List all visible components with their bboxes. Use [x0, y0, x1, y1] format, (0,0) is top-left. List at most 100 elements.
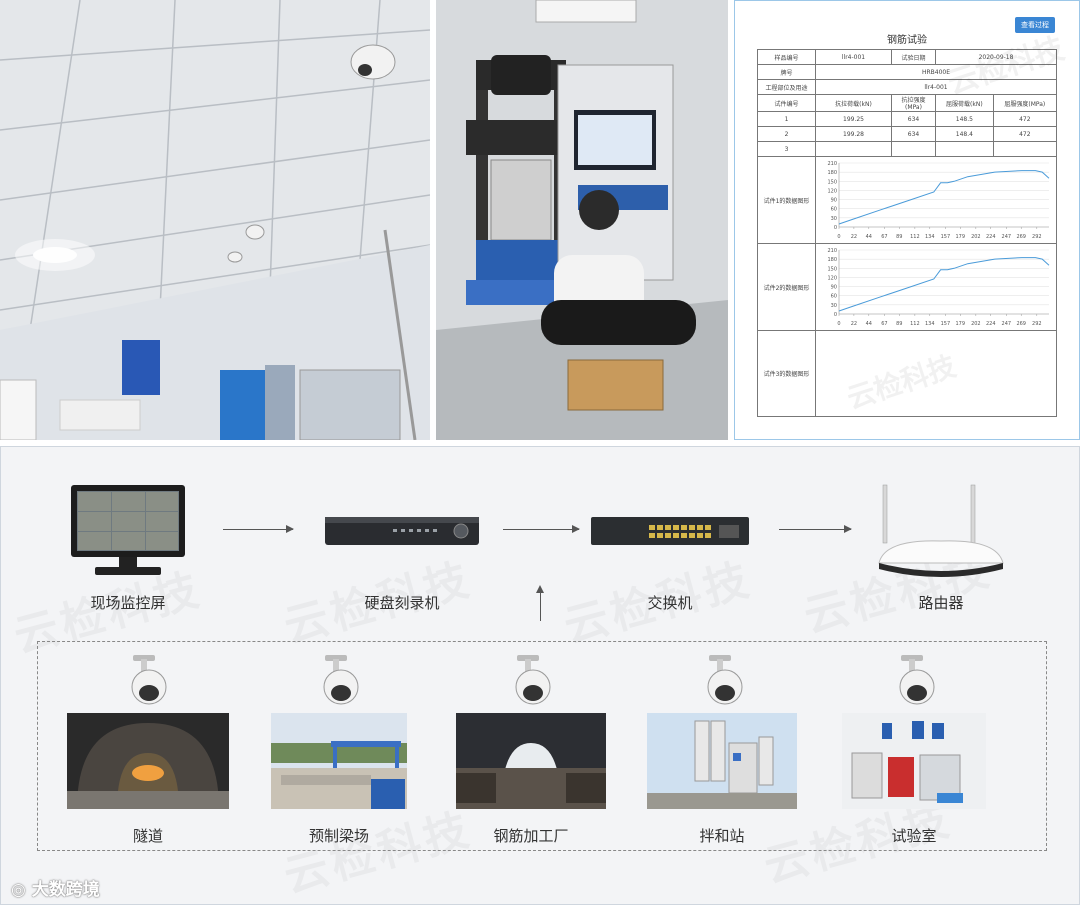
- y-tick-label: 30: [831, 216, 837, 222]
- x-tick-label: 0: [837, 321, 840, 327]
- device-label-monitor: 现场监控屏: [90, 594, 166, 612]
- x-tick-label: 134: [925, 321, 935, 327]
- ptz-camera-icon: [323, 655, 359, 705]
- specimen-2-load-chart: 0 30 60 90 120 150 180 210 0 22 44 67 89 112 134 157 179…: [827, 248, 1050, 327]
- table-row: 1 199.25 634 148.5 472: [757, 111, 1058, 127]
- row-1-a: 199.25: [815, 111, 892, 127]
- x-tick-label: 269: [1016, 234, 1026, 240]
- arrow-switch-to-router: [779, 525, 852, 533]
- site-label-laboratory: 试验室: [891, 827, 937, 845]
- header-yield-strength: 抗拉强度(MPa): [891, 94, 936, 112]
- ptz-camera-icon: [899, 655, 935, 705]
- value-sample-no: llr4-001: [815, 49, 892, 65]
- ptz-camera-icon: [131, 655, 167, 705]
- header-yield-load: 抗拉荷载(kN): [815, 94, 892, 112]
- x-tick-label: 224: [986, 234, 996, 240]
- router-icon: [878, 484, 1004, 577]
- y-tick-label: 60: [831, 207, 837, 213]
- x-tick-label: 247: [1002, 321, 1012, 327]
- y-tick-label: 180: [827, 170, 837, 176]
- monitoring-topology-diagram: 云检科技 云检科技 云检科技 云检科技 云检科技 云检科技 现场监控屏 硬盘刻录…: [0, 446, 1080, 905]
- site-label-mixing-station: 拌和站: [699, 827, 745, 845]
- row-3-d: [992, 141, 1058, 157]
- x-tick-label: 224: [986, 321, 996, 327]
- x-tick-label: 44: [866, 321, 872, 327]
- label-sample-no: 样品编号: [757, 49, 816, 65]
- x-tick-label: 22: [851, 234, 857, 240]
- testing-machine-illustration: [436, 0, 728, 440]
- chart-1-cell: 0 30 60 90 120 150 180 210 0 22 44 67 89 112 134 157 179…: [815, 156, 1057, 244]
- y-tick-label: 0: [834, 225, 837, 231]
- x-tick-label: 89: [896, 321, 902, 327]
- device-label-switch: 交换机: [647, 594, 693, 612]
- x-tick-label: 269: [1016, 321, 1026, 327]
- x-tick-label: 67: [881, 321, 887, 327]
- brand-watermark: ◎ 大数跨境: [11, 875, 100, 900]
- arrow-sites-to-switch: [536, 585, 544, 621]
- x-tick-label: 0: [837, 234, 840, 240]
- x-tick-label: 89: [896, 234, 902, 240]
- row-1-no: 1: [757, 111, 816, 127]
- label-grade: 牌号: [757, 64, 816, 80]
- arrow-nvr-to-switch: [503, 525, 580, 533]
- row-1-b: 634: [891, 111, 936, 127]
- report-title: 钢筋试验: [887, 35, 927, 46]
- laboratory-photo: [842, 713, 986, 809]
- y-tick-label: 120: [827, 275, 837, 281]
- rebar-factory-photo: [456, 713, 606, 809]
- y-tick-label: 90: [831, 285, 837, 291]
- x-tick-label: 134: [925, 234, 935, 240]
- brand-text: 大数跨境: [31, 880, 100, 900]
- table-row: 2 199.28 634 148.4 472: [757, 126, 1058, 142]
- specimen-1-load-chart: 0 30 60 90 120 150 180 210 0 22 44 67 89 112 134 157 179…: [827, 161, 1050, 240]
- header-break-load: 屈服荷载(kN): [935, 94, 994, 112]
- x-tick-label: 179: [955, 321, 965, 327]
- row-3-c: [935, 141, 994, 157]
- x-tick-label: 157: [941, 321, 951, 327]
- x-tick-label: 292: [1032, 234, 1042, 240]
- x-tick-label: 67: [881, 234, 887, 240]
- y-tick-label: 30: [831, 303, 837, 309]
- site-ceiling-camera-photo: [0, 0, 430, 440]
- x-tick-label: 22: [851, 321, 857, 327]
- value-test-date: 2020-09-18: [935, 49, 1057, 65]
- ceiling-camera-illustration: [0, 0, 430, 440]
- arrow-monitor-to-nvr: [223, 525, 294, 533]
- nvr-recorder-icon: [325, 517, 479, 545]
- ptz-camera-icon: [707, 655, 743, 705]
- header-break-strength: 屈服强度(MPa): [992, 94, 1058, 112]
- device-label-nvr: 硬盘刻录机: [364, 594, 440, 612]
- x-tick-label: 112: [910, 321, 920, 327]
- row-1-c: 148.5: [935, 111, 994, 127]
- x-tick-label: 112: [910, 234, 920, 240]
- precast-beam-yard-photo: [271, 713, 407, 809]
- label-position: 工程部位及用途: [757, 79, 816, 95]
- header-specimen-no: 试件编号: [757, 94, 816, 112]
- y-tick-label: 150: [827, 179, 837, 185]
- y-tick-label: 60: [831, 294, 837, 300]
- row-3-no: 3: [757, 141, 816, 157]
- x-tick-label: 292: [1032, 321, 1042, 327]
- row-2-no: 2: [757, 126, 816, 142]
- row-2-b: 634: [891, 126, 936, 142]
- label-chart-1: 试件1的数据图形: [757, 156, 816, 244]
- y-tick-label: 120: [827, 188, 837, 194]
- chart-3-cell: [815, 330, 1057, 417]
- series-line: [838, 170, 1050, 225]
- ptz-camera-icon: [515, 655, 551, 705]
- value-grade: HRB400E: [815, 64, 1057, 80]
- site-label-tunnel: 隧道: [132, 827, 163, 845]
- report-table: 样品编号 llr4-001 试验日期 2020-09-18 牌号 HRB400E…: [757, 49, 1058, 417]
- monitor-screen-icon: [71, 485, 185, 575]
- x-tick-label: 179: [955, 234, 965, 240]
- row-2-c: 148.4: [935, 126, 994, 142]
- x-tick-label: 247: [1002, 234, 1012, 240]
- value-position: llr4-001: [815, 79, 1057, 95]
- network-switch-icon: [591, 517, 749, 545]
- series-line: [838, 257, 1050, 312]
- testing-machine-photo: [436, 0, 728, 440]
- y-tick-label: 180: [827, 257, 837, 263]
- row-2-d: 472: [992, 126, 1058, 142]
- y-tick-label: 210: [827, 248, 837, 254]
- x-tick-label: 202: [971, 234, 981, 240]
